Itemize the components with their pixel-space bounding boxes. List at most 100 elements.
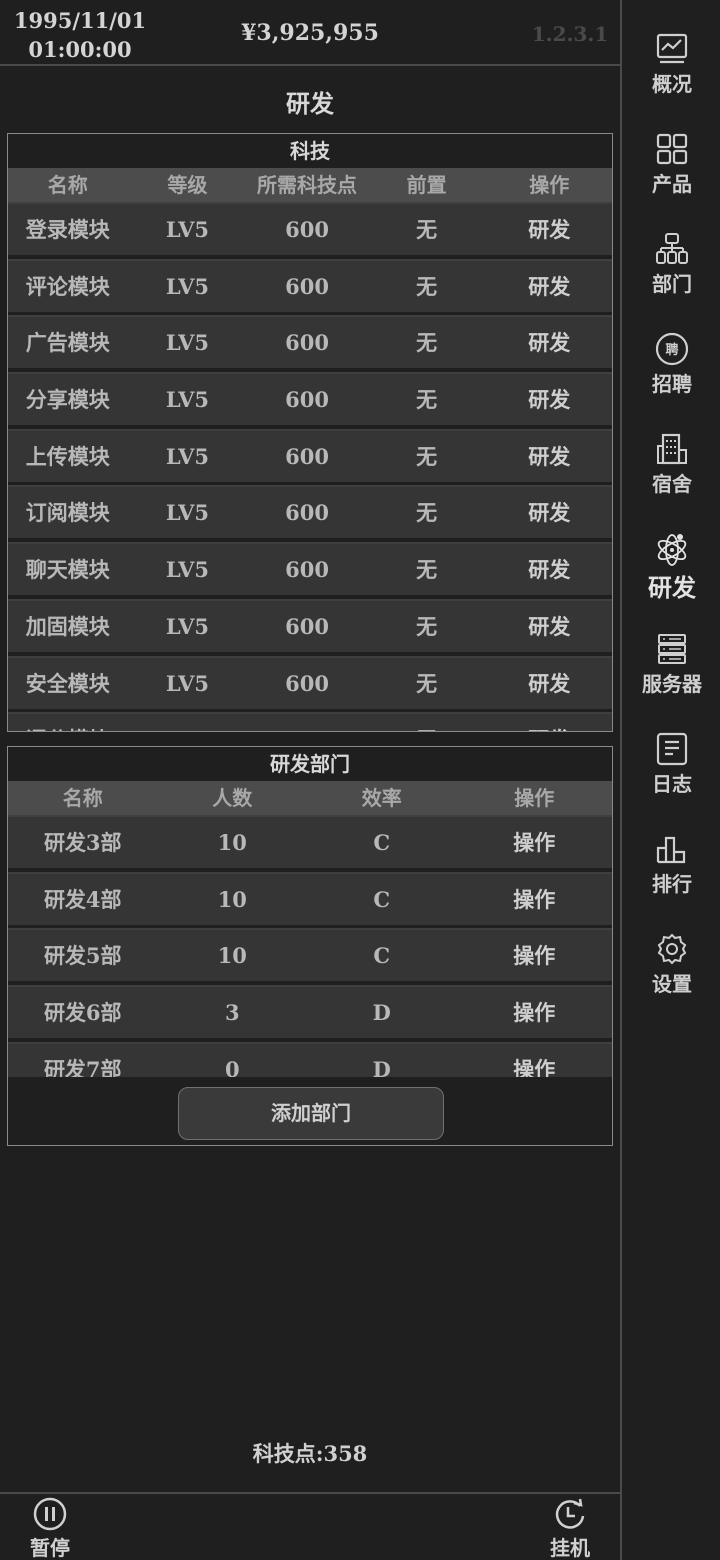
org-chart-icon — [656, 233, 688, 264]
table-row: 加固模块 LV5 600 无 研发 — [8, 598, 612, 652]
dept-panel: 研发部门 名称 人数 效率 操作 研发3部 10 C 操作 研发4部 10 C … — [7, 746, 613, 1146]
sidebar-item-departments[interactable]: 部门 — [622, 232, 720, 322]
research-button[interactable]: 研发 — [486, 431, 612, 482]
tech-cost: 600 — [285, 500, 329, 526]
tech-level: LV5 — [165, 500, 209, 526]
dept-name: 研发7部 — [43, 1056, 122, 1077]
sidebar-item-label: 服务器 — [642, 672, 702, 696]
dept-table-body[interactable]: 研发3部 10 C 操作 研发4部 10 C 操作 研发5部 10 C 操作 研… — [8, 815, 612, 1077]
sidebar-item-ranking[interactable]: 排行 — [622, 832, 720, 922]
tech-prereq: 无 — [416, 500, 438, 526]
sidebar-item-label: 部门 — [652, 272, 692, 296]
table-row: 广告模块 LV5 600 无 研发 — [8, 315, 612, 369]
dept-name: 研发6部 — [43, 1000, 122, 1026]
research-button[interactable]: 研发 — [486, 204, 612, 255]
gear-icon — [657, 933, 687, 965]
table-row: 研发7部 0 D 操作 — [8, 1041, 612, 1077]
research-button[interactable]: 研发 — [486, 261, 612, 312]
table-row: 订阅模块 LV5 600 无 研发 — [8, 485, 612, 539]
table-row: 评分模块 LV5 600 无 研发 — [8, 712, 612, 731]
sidebar-item-log[interactable]: 日志 — [622, 732, 720, 822]
dept-efficiency: C — [373, 830, 391, 855]
operate-button[interactable]: 操作 — [457, 930, 612, 981]
sidebar-item-overview[interactable]: 概况 — [622, 32, 720, 122]
research-button[interactable]: 研发 — [486, 544, 612, 595]
operate-button[interactable]: 操作 — [457, 987, 612, 1038]
operate-button[interactable]: 操作 — [457, 1044, 612, 1077]
col-cost: 所需科技点 — [257, 173, 358, 197]
tech-name: 评分模块 — [8, 714, 128, 731]
dept-count: 10 — [217, 886, 247, 912]
research-button[interactable]: 研发 — [486, 658, 612, 709]
tech-name: 评论模块 — [25, 273, 110, 299]
dept-count: 3 — [224, 1000, 240, 1026]
tech-prereq: 无 — [416, 557, 438, 583]
dept-efficiency: D — [372, 1056, 391, 1077]
add-department-button[interactable]: 添加部门 — [178, 1087, 444, 1140]
idle-clock-icon — [555, 1498, 585, 1529]
table-row: 研发4部 10 C 操作 — [8, 871, 612, 925]
sidebar-item-servers[interactable]: 服务器 — [622, 632, 720, 722]
top-bar: 1995/11/01 01:00:00 ¥3,925,955 1.2.3.1 — [0, 0, 620, 66]
log-icon — [656, 732, 688, 766]
table-row: 上传模块 LV5 600 无 研发 — [8, 428, 612, 482]
table-row: 研发5部 10 C 操作 — [8, 928, 612, 982]
research-button[interactable]: 研发 — [486, 601, 612, 652]
game-datetime: 1995/11/01 01:00:00 — [0, 6, 160, 64]
table-row: 聊天模块 LV5 600 无 研发 — [8, 542, 612, 596]
game-date: 1995/11/01 — [13, 8, 147, 33]
tech-name: 聊天模块 — [25, 557, 110, 583]
game-time: 01:00:00 — [28, 37, 132, 62]
sidebar-item-label: 日志 — [652, 772, 692, 796]
operate-button[interactable]: 操作 — [457, 874, 612, 925]
sidebar-item-recruit[interactable]: 聘 招聘 — [622, 332, 720, 422]
operate-button[interactable]: 操作 — [457, 817, 612, 868]
sidebar-item-products[interactable]: 产品 — [622, 132, 720, 222]
page-title: 研发 — [286, 89, 334, 118]
table-row: 研发6部 3 D 操作 — [8, 985, 612, 1039]
dept-count: 10 — [217, 830, 247, 855]
dept-efficiency: C — [373, 886, 391, 912]
dept-name: 研发5部 — [43, 943, 122, 969]
tech-level: LV5 — [165, 613, 209, 639]
sidebar-item-dormitory[interactable]: 宿舍 — [622, 432, 720, 522]
col-action: 操作 — [514, 786, 555, 810]
tech-cost: 600 — [285, 557, 329, 583]
table-row: 分享模块 LV5 600 无 研发 — [8, 372, 612, 426]
tech-name: 分享模块 — [25, 387, 110, 413]
tech-prereq: 无 — [367, 714, 487, 731]
idle-label: 挂机 — [550, 1536, 590, 1560]
table-row: 登录模块 LV5 600 无 研发 — [8, 202, 612, 255]
money-display: ¥3,925,955 — [241, 20, 379, 46]
tech-name: 加固模块 — [25, 613, 110, 639]
tech-prereq: 无 — [416, 443, 438, 469]
sidebar-item-settings[interactable]: 设置 — [622, 932, 720, 1022]
research-button[interactable]: 研发 — [486, 487, 612, 538]
tech-table-header: 名称 等级 所需科技点 前置 操作 — [8, 168, 612, 202]
research-button[interactable]: 研发 — [486, 374, 612, 425]
bottom-bar: 暂停 挂机 — [0, 1492, 620, 1560]
tech-level: LV5 — [165, 670, 209, 696]
tech-name: 登录模块 — [25, 217, 110, 242]
col-name: 名称 — [62, 786, 103, 810]
tech-table-body[interactable]: 登录模块 LV5 600 无 研发 评论模块 LV5 600 无 研发 广告模块… — [8, 202, 612, 731]
research-button[interactable]: 研发 — [486, 317, 612, 368]
sidebar-item-label: 设置 — [652, 972, 692, 996]
server-icon — [658, 634, 686, 664]
sidebar-nav: 概况 产品 部门 聘 招聘 宿舍 研发 服务器 日志 排行 设置 — [620, 0, 720, 1560]
col-level: 等级 — [167, 173, 208, 197]
col-name: 名称 — [47, 173, 88, 197]
idle-button[interactable]: 挂机 — [530, 1496, 610, 1560]
dept-panel-title: 研发部门 — [270, 752, 350, 776]
table-row: 安全模块 LV5 600 无 研发 — [8, 655, 612, 709]
tech-prereq: 无 — [416, 330, 438, 356]
hire-icon: 聘 — [655, 332, 689, 366]
tech-cost: 600 — [285, 613, 329, 639]
research-button[interactable]: 研发 — [486, 714, 612, 731]
pause-button[interactable]: 暂停 — [10, 1496, 90, 1560]
tech-cost: 600 — [285, 330, 329, 356]
chart-icon — [656, 33, 688, 64]
sidebar-item-research[interactable]: 研发 — [622, 532, 720, 622]
tech-name: 广告模块 — [25, 330, 110, 356]
sidebar-item-label: 招聘 — [652, 372, 692, 396]
